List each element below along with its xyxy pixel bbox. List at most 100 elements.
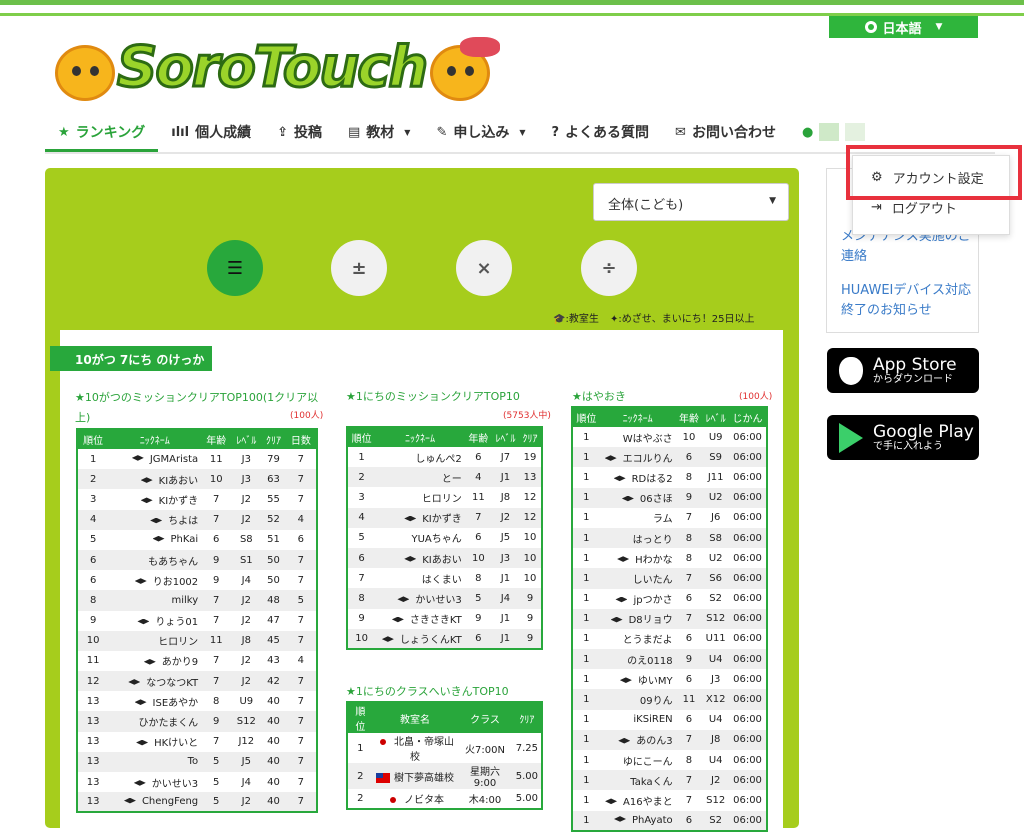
nav-faq[interactable]: ? よくある質問: [539, 112, 663, 152]
divide-button[interactable]: ÷: [581, 240, 637, 296]
play-icon: [839, 422, 863, 453]
table-cell: J2: [231, 650, 262, 672]
list-view-button[interactable]: ☰: [207, 240, 263, 296]
flag-icon: [385, 795, 400, 806]
column-header: じかん: [729, 407, 767, 427]
table-cell: J7: [491, 447, 520, 468]
table-row: 1 iKSiREN 6 U4 06:00: [572, 709, 767, 730]
table-cell: 2: [77, 469, 109, 490]
table-cell: 11: [675, 689, 703, 710]
table-cell: 7: [201, 731, 232, 752]
redacted-username: [845, 123, 866, 141]
table-cell: ChengFeng: [108, 792, 202, 813]
table-cell: milky: [108, 590, 202, 611]
table-cell: 7: [285, 469, 317, 490]
table-cell: S6: [702, 568, 730, 589]
table-cell: 6: [675, 588, 703, 609]
table-cell: ゆにこーん: [599, 750, 676, 771]
table-cell: 9: [675, 487, 703, 508]
nav-materials[interactable]: ▤ 教材 ▼: [335, 112, 423, 152]
table-cell: 06:00: [729, 427, 767, 448]
graduation-cap-icon: [605, 798, 618, 805]
table-cell: 06:00: [729, 568, 767, 589]
table-cell: なつなつKT: [108, 671, 202, 692]
table-cell: 7: [201, 509, 232, 530]
table-cell: 06:00: [729, 790, 767, 811]
table-row: 1 Wはやぶさ 10 U9 06:00: [572, 427, 767, 448]
table-cell: もあちゃん: [108, 549, 202, 571]
google-play-badge[interactable]: Google Play で手に入れよう: [827, 415, 979, 460]
fast-title: ★はやおき: [572, 390, 626, 403]
table-row: 1 とうまだよ 6 U11 06:00: [572, 628, 767, 650]
graduation-cap-icon: [610, 616, 623, 623]
table-row: 2 とー 4 J1 13: [347, 467, 542, 488]
table-cell: 06:00: [729, 669, 767, 690]
plus-minus-button[interactable]: ±: [331, 240, 387, 296]
table-cell: 6: [464, 527, 492, 548]
table-cell: J11: [702, 467, 730, 488]
table-row: 4 KIかずき 7 J2 12: [347, 507, 542, 528]
table-cell: 6: [464, 447, 492, 468]
graduation-cap-icon: [381, 636, 394, 642]
table-cell: 4: [285, 650, 317, 672]
table-cell: 40: [261, 691, 286, 712]
table-cell: J8: [491, 487, 520, 508]
table-cell: 13: [77, 751, 109, 772]
table-cell: 6: [347, 547, 376, 569]
table-row: 13 HKけいと 7 J12 40 7: [77, 731, 317, 752]
table-cell: 06:00: [729, 487, 767, 508]
language-selector[interactable]: 日本語 ▼: [829, 16, 978, 38]
table-cell: J2: [491, 507, 520, 528]
table-cell: 40: [261, 792, 286, 813]
globe-icon: [864, 21, 877, 33]
table-cell: 40: [261, 751, 286, 772]
table-row: 1 A16やまと 7 S12 06:00: [572, 790, 767, 811]
table-cell: J3: [231, 449, 262, 470]
nav-post[interactable]: ⇪ 投稿: [264, 112, 335, 152]
table-row: 6 もあちゃん 9 S1 50 7: [77, 549, 317, 571]
table-row: 2 樹下夢高雄校 星期六9:00 5.00: [347, 763, 542, 789]
table-cell: 13: [519, 467, 542, 488]
table-cell: ひかたまくん: [108, 711, 202, 732]
table-cell: U9: [702, 427, 730, 448]
table-cell: HKけいと: [108, 731, 202, 752]
nav-ranking[interactable]: ★ ランキング: [45, 112, 159, 152]
table-cell: 5.00: [512, 789, 542, 810]
table-cell: 6: [675, 810, 703, 831]
table-cell: J1: [491, 608, 520, 629]
nav-application[interactable]: ✎ 申し込み ▼: [423, 112, 538, 152]
nav-contact[interactable]: ✉ お問い合わせ: [662, 112, 789, 152]
category-select[interactable]: 全体(こども) ▼: [593, 183, 789, 221]
table-cell: 13: [77, 772, 109, 793]
table-row: 1 はっとり 8 S8 06:00: [572, 527, 767, 549]
table-cell: 7: [464, 507, 492, 528]
sorotouch-logo[interactable]: SoroTouch: [45, 34, 500, 105]
table-row: 3 KIかずき 7 J2 55 7: [77, 489, 317, 510]
table-cell: 06:00: [729, 548, 767, 569]
mail-icon: ✉: [675, 124, 686, 140]
table-cell: 8: [77, 590, 109, 611]
table-cell: J3: [702, 669, 730, 690]
table-cell: 50: [261, 570, 286, 591]
nav-personal-results[interactable]: ılıl 個人成績: [158, 112, 264, 152]
table-cell: のえ0118: [599, 649, 676, 670]
graduation-cap-icon: [617, 556, 630, 562]
notice-huawei[interactable]: HUAWEIデバイス対応終了のお知らせ: [841, 281, 978, 321]
table-row: 4 ちよは 7 J2 52 4: [77, 509, 317, 530]
table-cell: 1: [572, 487, 600, 508]
upload-icon: ⇪: [277, 124, 288, 140]
table-cell: 7: [285, 630, 317, 651]
table-row: 1 jpつかさ 6 S2 06:00: [572, 588, 767, 609]
table-cell: 11: [201, 630, 232, 651]
table-cell: S12: [702, 608, 730, 629]
app-store-badge[interactable]: App Store からダウンロード: [827, 348, 979, 393]
table-cell: 13: [77, 792, 109, 813]
table-cell: 1: [572, 709, 600, 730]
graduation-cap-icon: [397, 596, 410, 603]
table-cell: 5.00: [512, 763, 542, 789]
table-cell: U4: [702, 709, 730, 730]
table-cell: 7: [285, 610, 317, 631]
table-row: 9 りょう01 7 J2 47 7: [77, 610, 317, 631]
multiply-button[interactable]: ×: [456, 240, 512, 296]
ranking-panel: 全体(こども) ▼ ☰ ± × ÷ 🎓:教室生 ✦:めざせ、まいにち！25日以上 …: [45, 168, 799, 832]
